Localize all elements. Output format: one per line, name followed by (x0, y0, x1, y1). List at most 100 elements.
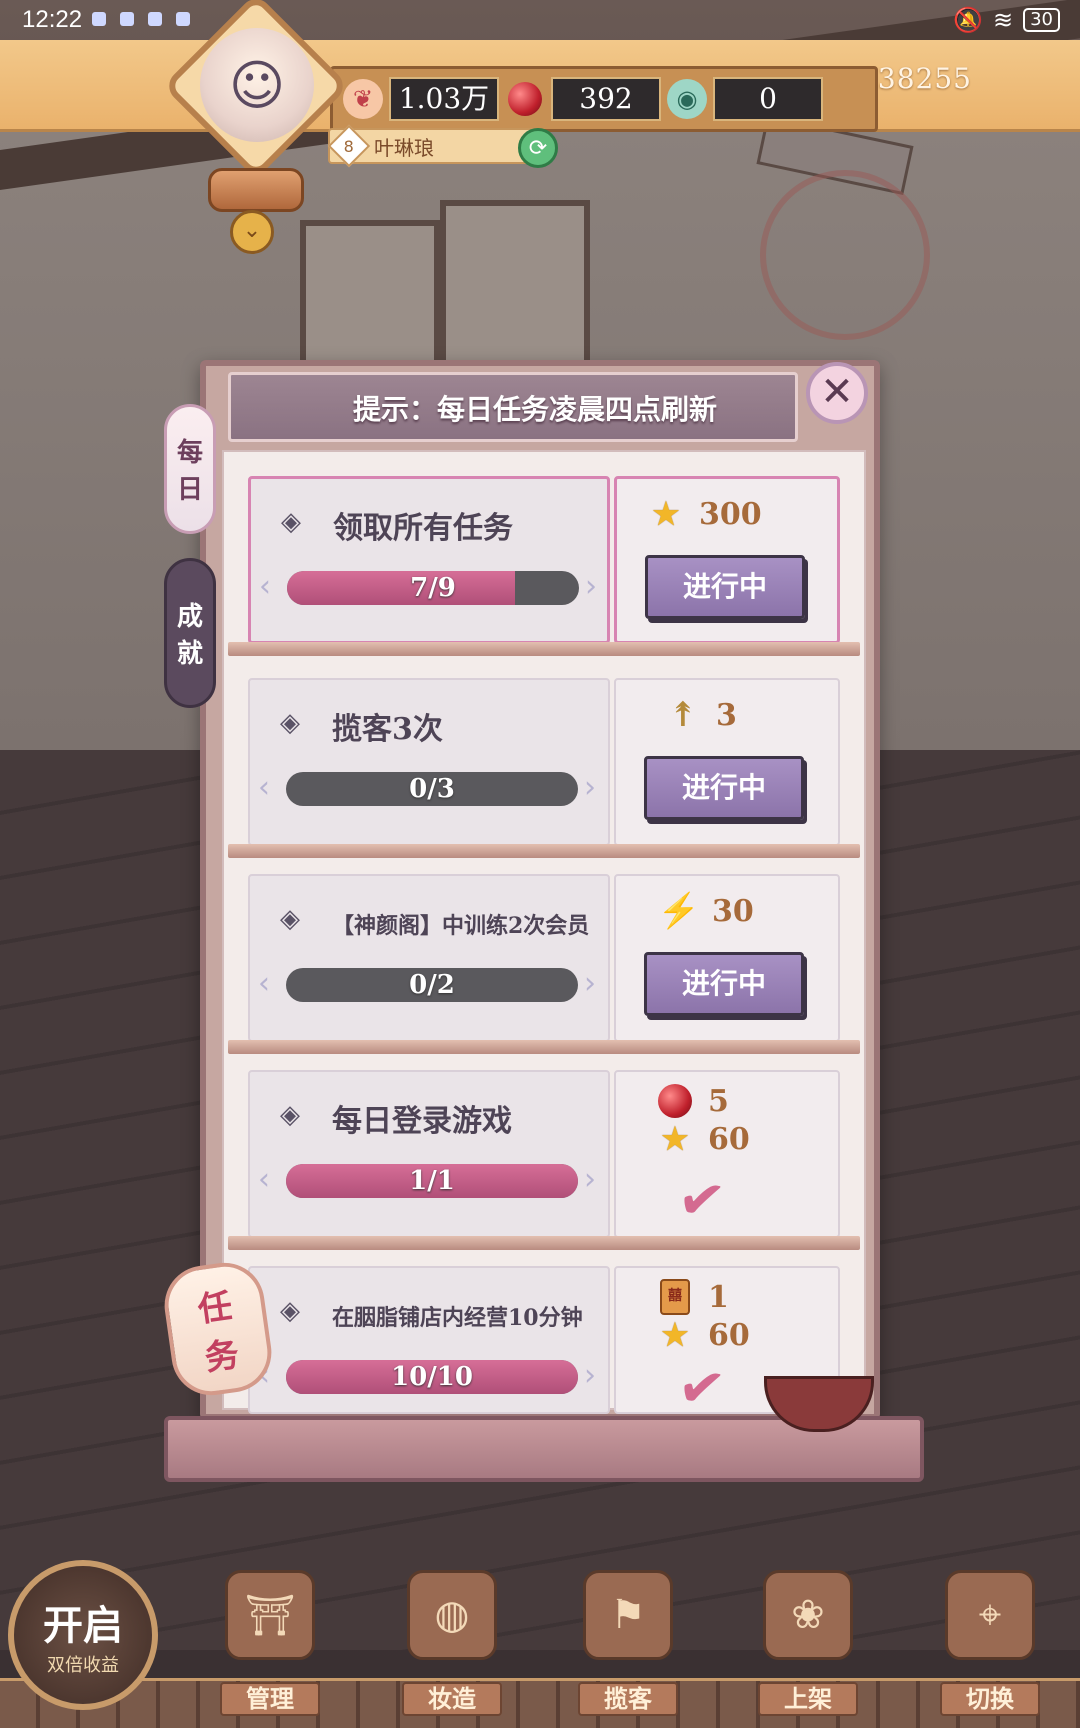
nav-rail (0, 1678, 1080, 1728)
progress-bar: 0/3 (286, 772, 578, 806)
nav-attract[interactable]: ⚑ 揽客 (568, 1570, 688, 1728)
reward-item: ⚡ 30 (657, 891, 754, 931)
diamond-icon: ◈ (280, 708, 300, 738)
mirror-icon: ◍ (407, 1570, 497, 1660)
lightning-icon: ⚡ (657, 891, 701, 931)
reward-amount: 5 (708, 1083, 729, 1119)
status-bar: 12:22 🔕 ≋ 30 (0, 0, 1080, 40)
progress-bar: 7/9 (287, 571, 579, 605)
red-gem-icon (656, 1082, 694, 1120)
player-name-bar: 8 叶琳琅 (327, 124, 538, 168)
checkmark-icon: ✔ (673, 1165, 730, 1236)
avatar[interactable]: ☺ (200, 28, 314, 142)
task-card: ◈ 领取所有任务 ‹ 7/9 › ★ 300 进行中 (228, 476, 860, 656)
task-info: ◈ 【神颜阁】中训练2次会员 ‹ 0/2 › (248, 874, 610, 1042)
task-title: 揽客3次 (332, 712, 443, 747)
task-card: ◈ 【神颜阁】中训练2次会员 ‹ 0/2 › ⚡ 30 进行中 (228, 874, 860, 1054)
in-progress-button[interactable]: 进行中 (644, 952, 804, 1016)
chevron-right-icon: › (584, 770, 596, 805)
progress-text: 0/2 (409, 970, 455, 1000)
reward-item: ↟ 3 (664, 695, 737, 735)
level-badge: 8 (327, 124, 371, 168)
mute-icon: 🔕 (953, 6, 983, 34)
progress-text: 1/1 (409, 1166, 455, 1196)
bottom-nav: 开启 双倍收益 ⛩ 管理 ◍ 妆造 ⚑ 揽客 ❀ 上架 ⌖ 切换 (0, 1560, 1080, 1728)
nav-label: 揽客 (578, 1682, 678, 1716)
diamond-icon: ◈ (281, 507, 301, 537)
jade-icon: ◉ (667, 79, 707, 119)
nav-makeup[interactable]: ◍ 妆造 (392, 1570, 512, 1728)
shelf-divider (228, 1236, 860, 1250)
reward-amount: 60 (708, 1317, 750, 1353)
refresh-notice: 提示：每日任务凌晨四点刷新 (352, 393, 717, 426)
reward-item: ★ 60 (656, 1120, 750, 1158)
shelf-divider (228, 642, 860, 656)
signpost-icon: ⚑ (583, 1570, 673, 1660)
heart-value: 1.03万 (389, 77, 499, 121)
map-icon: ⌖ (945, 1570, 1035, 1660)
jade-value: 0 (713, 77, 823, 121)
tab-daily[interactable]: 每 日 (164, 404, 216, 534)
task-reward: 5 ★ 60 ✔ (614, 1070, 840, 1238)
checkmark-icon: ✔ (673, 1353, 730, 1424)
chevron-left-icon: ‹ (258, 966, 270, 1001)
resource-heart[interactable]: ❦ 1.03万 (343, 77, 499, 121)
nav-manage[interactable]: ⛩ 管理 (210, 1570, 330, 1728)
tab-achievement[interactable]: 成 就 (164, 558, 216, 708)
task-title: 领取所有任务 (333, 511, 513, 546)
progress-text: 0/3 (409, 774, 455, 804)
star-icon: ★ (652, 496, 680, 532)
nav-label: 上架 (758, 1682, 858, 1716)
diamond-icon: ◈ (280, 1296, 300, 1326)
task-info: ◈ 在胭脂铺店内经营10分钟 ‹ 10/10 › (248, 1266, 610, 1414)
task-info: ◈ 揽客3次 ‹ 0/3 › (248, 678, 610, 846)
task-reward: ⚡ 30 进行中 (614, 874, 840, 1042)
diamond-icon: ◈ (280, 1100, 300, 1130)
task-card: ◈ 在胭脂铺店内经营10分钟 ‹ 10/10 › 囍 1 ★ 60 ✔ (248, 1266, 840, 1424)
task-card: ◈ 每日登录游戏 ‹ 1/1 › 5 ★ 60 ✔ (228, 1070, 860, 1250)
sync-button[interactable]: ⟳ (518, 128, 558, 168)
reward-amount: 1 (708, 1279, 729, 1315)
scroll-icon[interactable] (208, 168, 304, 212)
resource-jade[interactable]: ◉ 0 (667, 77, 823, 121)
heart-icon: ❦ (343, 79, 383, 119)
in-progress-button[interactable]: 进行中 (645, 555, 805, 619)
reward-amount: 30 (712, 893, 754, 929)
shelf-divider (228, 1040, 860, 1054)
progress-text: 7/9 (410, 573, 456, 603)
task-title: 【神颜阁】中训练2次会员 (332, 913, 590, 939)
resource-gem[interactable]: 392 (505, 77, 661, 121)
notification-icon (176, 12, 190, 26)
progress-bar: 0/2 (286, 968, 578, 1002)
shelf-divider (228, 844, 860, 858)
reward-item: ★ 60 (656, 1316, 750, 1354)
nav-label: 管理 (220, 1682, 320, 1716)
nav-label: 妆造 (402, 1682, 502, 1716)
background-emblem (760, 170, 930, 340)
progress-bar: 1/1 (286, 1164, 578, 1198)
player-name: 叶琳琅 (374, 135, 434, 160)
notification-icon (148, 12, 162, 26)
task-title: 在胭脂铺店内经营10分钟 (332, 1305, 583, 1331)
star-icon: ★ (661, 1317, 689, 1353)
notification-icon (120, 12, 134, 26)
nav-switch[interactable]: ⌖ 切换 (930, 1570, 1050, 1728)
double-income-button[interactable]: 开启 双倍收益 (8, 1560, 158, 1710)
nav-label: 切换 (940, 1682, 1040, 1716)
close-button[interactable]: ✕ (806, 362, 868, 424)
arrow-icon: ↟ (668, 695, 698, 735)
wifi-icon: ≋ (992, 6, 1014, 34)
nav-shelf[interactable]: ❀ 上架 (748, 1570, 868, 1728)
chevron-right-icon: › (584, 1358, 596, 1393)
chevron-left-icon: ‹ (259, 569, 271, 604)
task-info: ◈ 每日登录游戏 ‹ 1/1 › (248, 1070, 610, 1238)
in-progress-button[interactable]: 进行中 (644, 756, 804, 820)
reward-item: ★ 300 (647, 495, 762, 533)
task-card: ◈ 揽客3次 ‹ 0/3 › ↟ 3 进行中 (228, 678, 860, 858)
shelf-icon: ❀ (763, 1570, 853, 1660)
chevron-right-icon: › (584, 1162, 596, 1197)
chevron-down-icon[interactable]: ⌄ (230, 210, 274, 254)
reward-item: 5 (656, 1082, 729, 1120)
reward-amount: 300 (699, 496, 762, 532)
task-reward: ★ 300 进行中 (614, 476, 840, 644)
